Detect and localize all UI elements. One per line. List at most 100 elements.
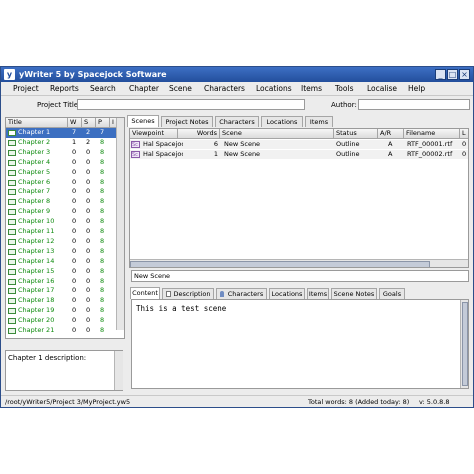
menu-reports[interactable]: Reports [50,84,79,94]
chapter-row[interactable]: Chapter 9008 [6,207,124,217]
chapter-row[interactable]: Chapter 18 0 0 8 [6,296,124,306]
chapter-row[interactable]: Chapter 3008 [6,148,124,158]
chapter-icon [8,219,16,226]
menu-project[interactable]: Project [13,84,39,94]
chapter-words: 1 [72,137,77,146]
menu-characters[interactable]: Characters [204,84,245,94]
status-word-count: Total words: 8 (Added today: 8) [308,398,410,406]
menu-search[interactable]: Search [90,84,116,94]
chapter-row[interactable]: Chapter 16 0 0 8 [6,276,124,287]
tab-scene-characters[interactable]: Characters [216,288,267,299]
chapter-scenes: 0 [86,246,91,255]
scene-list-hthumb[interactable] [130,261,430,267]
content-scroll-thumb[interactable] [462,302,468,386]
tab-characters[interactable]: Characters [215,116,259,127]
chapter-words: 0 [72,276,77,285]
project-title-input[interactable] [77,99,305,110]
scene-header-filename[interactable]: Filename [404,129,460,139]
tab-locations[interactable]: Locations [261,116,303,127]
chapter-title: Chapter 7 [18,187,51,196]
menu-locations[interactable]: Locations [256,84,292,94]
chapter-header-words[interactable]: W [68,118,82,128]
scene-header-l[interactable]: L [460,129,468,139]
chapter-row[interactable]: Chapter 10 0 0 8 [6,217,124,227]
chapter-words: 0 [72,266,77,275]
description-scrollbar[interactable] [114,351,123,390]
scene-list-hscrollbar[interactable] [130,259,468,267]
menu-items[interactable]: Items [301,84,322,94]
chapter-header-p[interactable]: P [96,118,110,128]
tab-description[interactable]: Description [162,288,214,299]
chapter-list-scrollbar[interactable] [116,118,124,330]
chapter-words: 0 [72,306,77,315]
chapter-header-scenes[interactable]: S [82,118,96,128]
tab-content[interactable]: Content [130,287,160,299]
chapter-p: 8 [100,276,105,285]
scene-icon: Sc [131,141,140,148]
scene-header-ar[interactable]: A/R [378,129,404,139]
chapter-row[interactable]: Chapter 21 0 0 8 [6,326,124,336]
scene-header-status[interactable]: Status [334,129,378,139]
chapter-row[interactable]: Chapter 13 0 0 8 [6,246,124,257]
tab-scene-notes[interactable]: Scene Notes [331,288,377,299]
author-input[interactable] [358,99,470,110]
chapter-row[interactable]: Chapter 20 0 0 8 [6,316,124,326]
chapter-row[interactable]: Chapter 5008 [6,168,124,178]
chapter-row[interactable]: Chapter 15 0 0 8 [6,266,124,277]
menu-localise[interactable]: Localise [367,84,397,94]
chapter-header-title[interactable]: Title [6,118,68,128]
chapter-icon [8,179,16,186]
scene-header-scene[interactable]: Scene [220,129,334,139]
tab-items[interactable]: Items [305,116,333,127]
chapter-row[interactable]: Chapter 2 128 [6,137,124,148]
chapter-icon [8,238,16,245]
chapter-row[interactable]: Chapter 4008 [6,158,124,168]
scene-content-text[interactable]: This is a test scene [136,304,226,313]
chapter-p: 8 [100,266,105,275]
tab-goals[interactable]: Goals [379,288,405,299]
chapter-row[interactable]: Chapter 17 0 0 8 [6,286,124,296]
chapter-scenes: 0 [86,316,91,325]
scene-header-viewpoint[interactable]: Viewpoint [130,129,178,139]
chapter-icon [8,308,16,315]
content-scrollbar[interactable] [460,300,468,388]
menu-chapter[interactable]: Chapter [129,84,159,94]
chapter-row[interactable]: Chapter 11 0 0 8 [6,227,124,237]
chapter-row[interactable]: Chapter 12 0 0 8 [6,237,124,247]
chapter-title: Chapter 20 [18,316,55,325]
tab-scenes[interactable]: Scenes [127,115,159,127]
menu-help[interactable]: Help [408,84,425,94]
scene-row[interactable]: ScHal Spacejock 1 New Scene Outline A RTF_000… [130,149,468,159]
scene-header-words[interactable]: Words [178,129,220,139]
menu-tools[interactable]: Tools [335,84,353,94]
chapter-icon [8,169,16,176]
chapter-row[interactable]: Chapter 7008 [6,187,124,197]
chapter-p: 8 [100,326,105,334]
tab-scene-locations[interactable]: Locations [269,288,305,299]
scene-row[interactable]: ScHal Spacejock 6 New Scene Outline A RTF_000… [130,140,468,149]
chapter-description-panel[interactable]: Chapter 1 description: [5,350,123,391]
title-bar[interactable]: y yWriter 5 by Spacejock Software _ □ × [1,67,473,82]
tab-scene-items[interactable]: Items [307,288,329,299]
maximize-button[interactable]: □ [447,69,458,80]
chapter-row[interactable]: Chapter 19 0 0 8 [6,306,124,316]
scene-content-editor[interactable]: This is a test scene [131,299,469,389]
scene-title-input[interactable]: New Scene [131,270,469,282]
chapter-title: Chapter 2 [18,137,51,146]
project-title-label: Project Title: [37,101,81,109]
chapter-scenes: 0 [86,326,91,334]
minimize-button[interactable]: _ [435,69,446,80]
chapter-row[interactable]: Chapter 14 0 0 8 [6,256,124,267]
chapter-p: 8 [100,137,105,146]
tab-project-notes[interactable]: Project Notes [161,116,213,127]
close-button[interactable]: × [459,69,470,80]
chapter-row[interactable]: Chapter 8008 [6,197,124,207]
chapter-p: 8 [100,256,105,265]
menu-scene[interactable]: Scene [169,84,192,94]
chapter-row[interactable]: Chapter 6008 [6,178,124,188]
chapter-row[interactable]: Chapter 1 7 2 7 [6,128,124,138]
chapter-p: 8 [100,207,105,216]
scene-viewpoint: Hal Spacejock [143,140,183,148]
chapter-title: Chapter 21 [18,326,55,334]
chapter-p: 8 [100,306,105,315]
